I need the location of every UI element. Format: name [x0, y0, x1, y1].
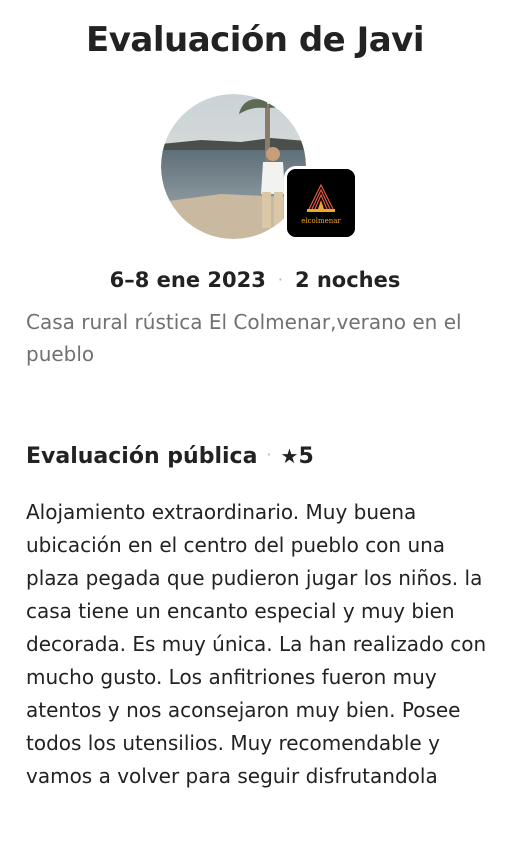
rating-value: 5 — [298, 444, 314, 469]
listing-logo-icon: elcolmenar — [287, 169, 355, 237]
stay-summary: 6–8 ene 2023 · 2 noches — [0, 268, 510, 292]
star-icon: ★ — [280, 444, 299, 468]
stay-dates: 6–8 ene 2023 — [109, 268, 266, 292]
listing-name[interactable]: Casa rural rústica El Colmenar,verano en… — [26, 306, 494, 370]
page-title: Evaluación de Javi — [86, 20, 425, 60]
separator-dot: · — [277, 270, 283, 289]
svg-text:elcolmenar: elcolmenar — [301, 217, 341, 225]
listing-thumbnail[interactable]: elcolmenar — [284, 166, 358, 240]
stay-nights: 2 noches — [294, 268, 401, 292]
public-review-text: Alojamiento extraordinario. Muy buena ub… — [26, 500, 487, 788]
public-review-heading: Evaluación pública · ★5 — [26, 444, 314, 469]
separator-dot: · — [266, 445, 272, 464]
public-review-title: Evaluación pública — [26, 444, 258, 469]
